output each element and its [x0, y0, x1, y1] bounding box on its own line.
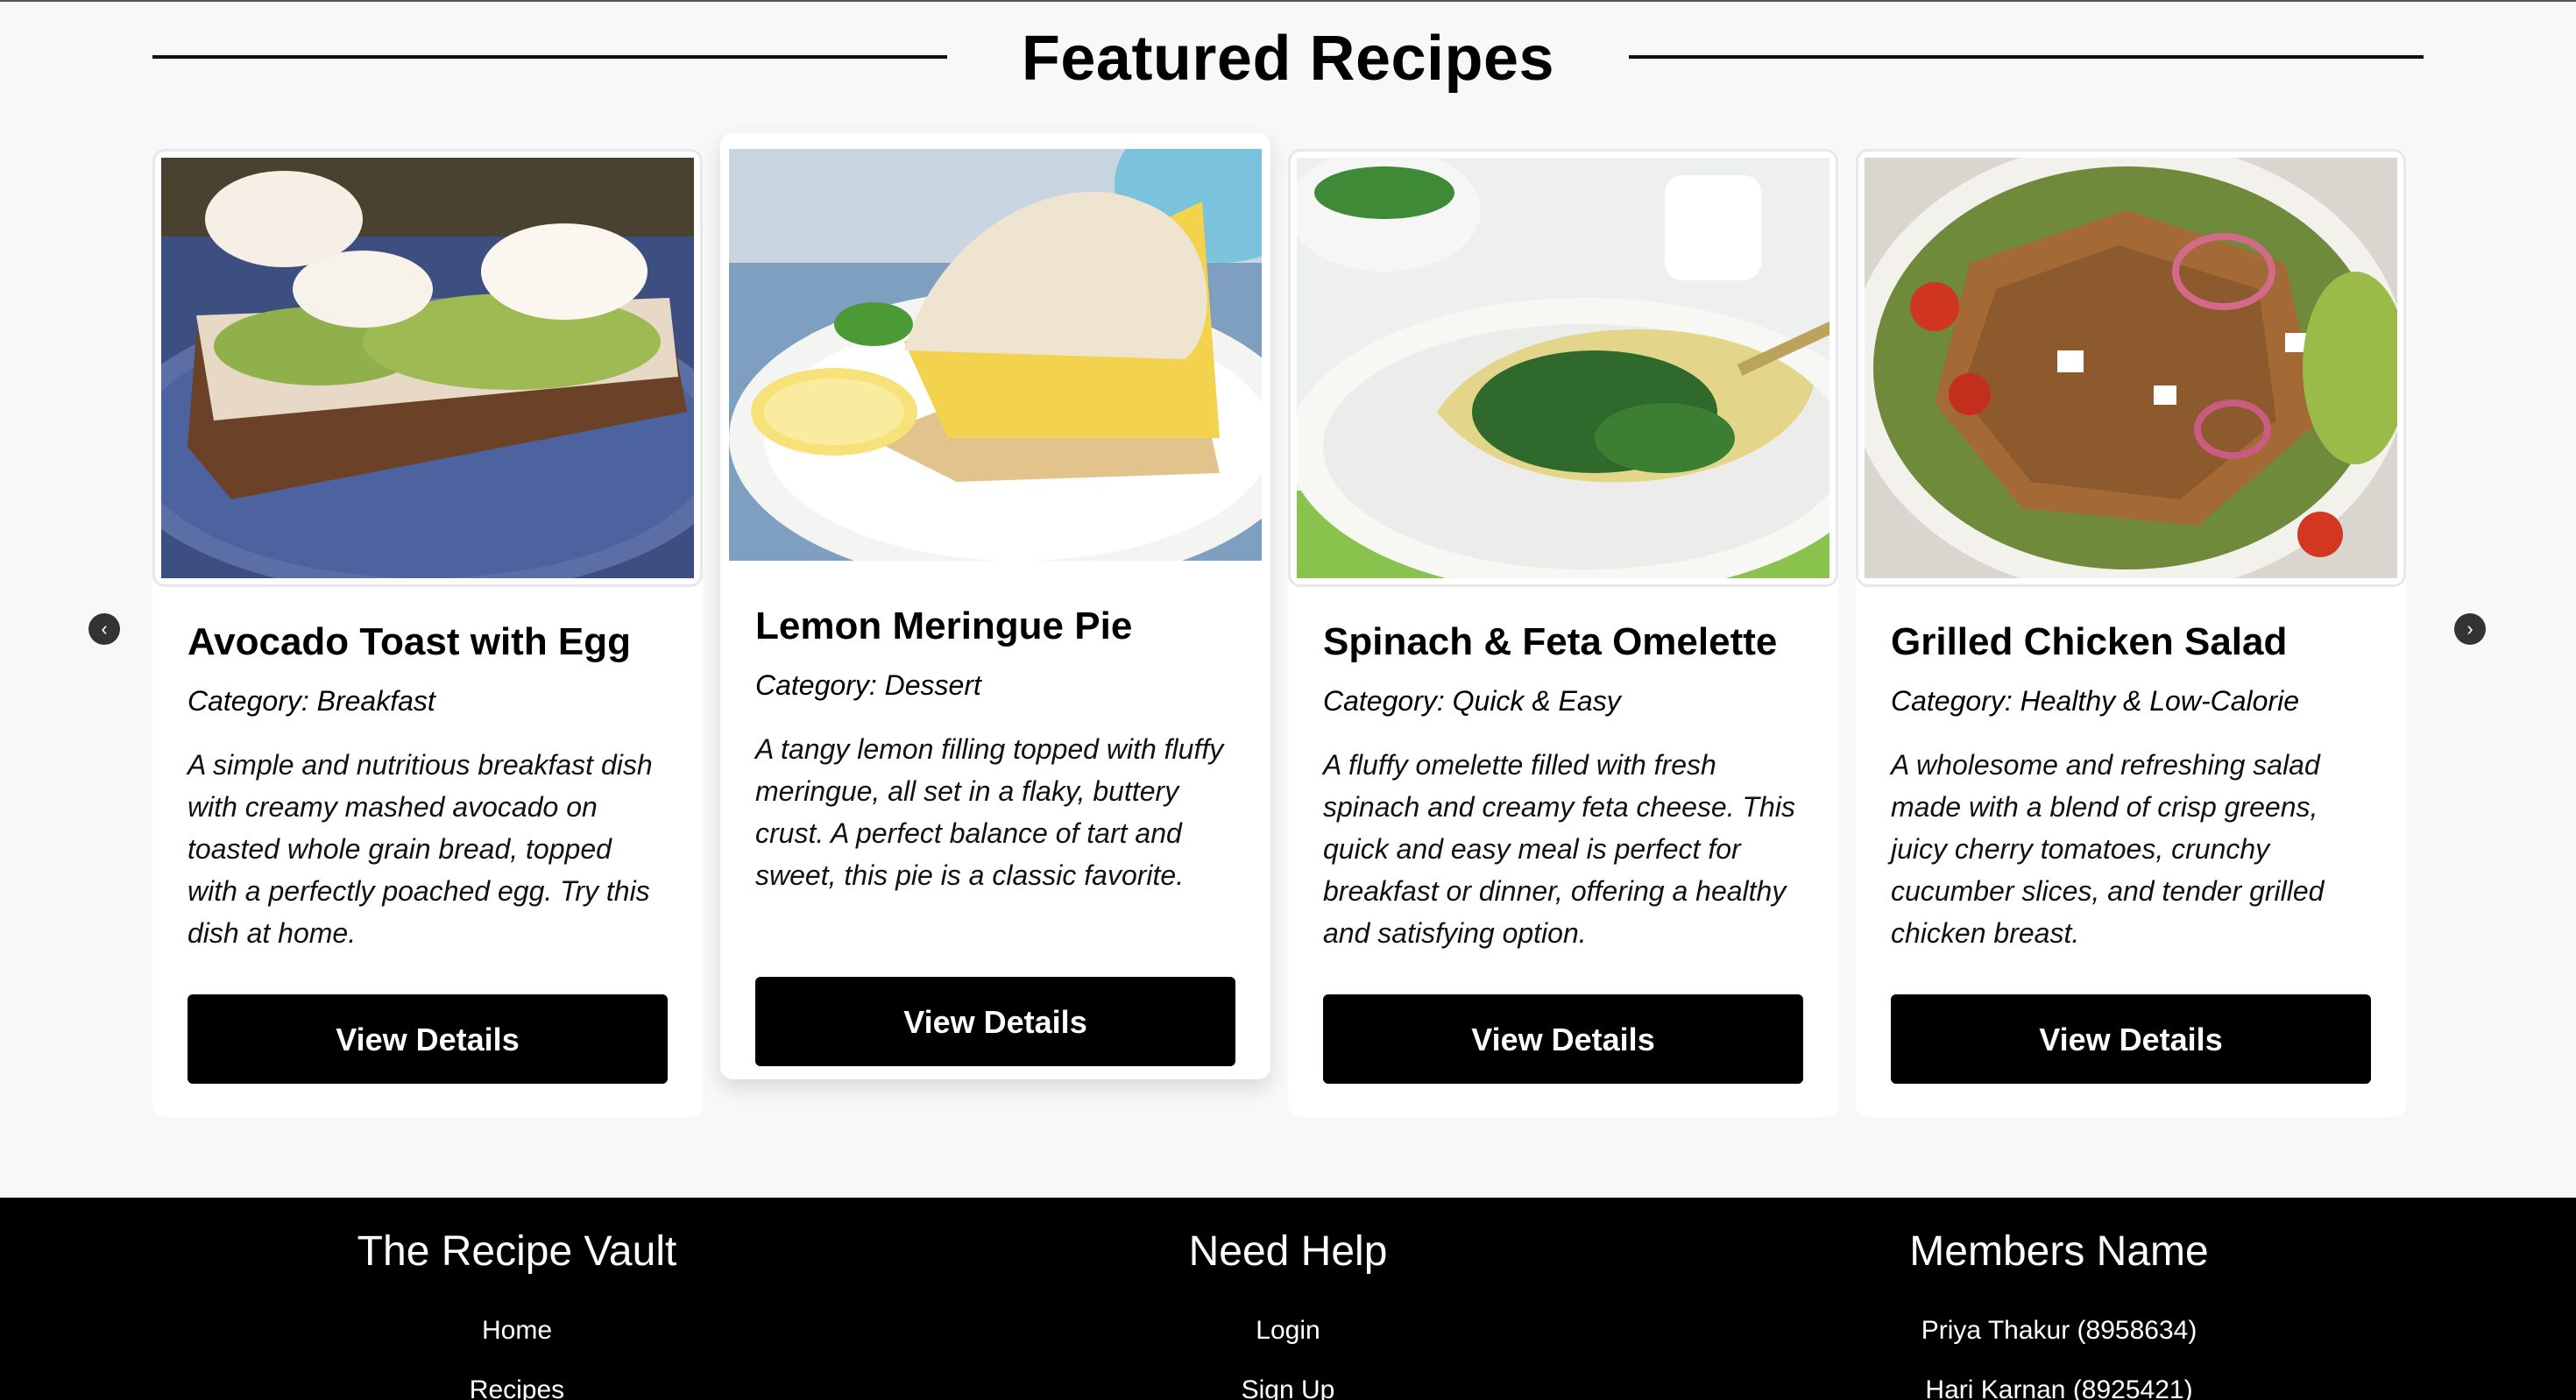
recipe-title: Lemon Meringue Pie — [755, 605, 1133, 647]
recipe-card: Spinach & Feta Omelette Category: Quick … — [1288, 149, 1838, 1117]
card-body: Spinach & Feta Omelette Category: Quick … — [1323, 618, 1803, 954]
page-title: Featured Recipes — [1021, 24, 1555, 94]
recipe-title: Spinach & Feta Omelette — [1323, 620, 1778, 663]
title-rule-right — [1629, 55, 2424, 59]
recipe-image-omelette — [1297, 158, 1829, 578]
section-header: Featured Recipes — [0, 19, 2576, 98]
recipe-image-lemon-pie — [729, 149, 1262, 561]
footer-members-column: Members Name Priya Thakur (8958634) Hari… — [1752, 1224, 2366, 1400]
chevron-left-icon: ‹ — [101, 618, 108, 640]
recipe-card: Avocado Toast with Egg Category: Breakfa… — [152, 149, 703, 1117]
recipe-category: Category: Healthy & Low-Calorie — [1891, 685, 2299, 717]
view-details-button[interactable]: View Details — [1891, 994, 2371, 1084]
footer-help-column: Need Help Login Sign Up — [981, 1224, 1595, 1400]
site-footer: The Recipe Vault Home Recipes Need Help … — [0, 1198, 2576, 1400]
recipe-card: Lemon Meringue Pie Category: Dessert A t… — [720, 133, 1270, 1079]
card-body: Avocado Toast with Egg Category: Breakfa… — [188, 618, 668, 954]
footer-brand-heading: The Recipe Vault — [357, 1228, 677, 1275]
footer-brand-links: Home Recipes — [210, 1301, 824, 1400]
recipe-category: Category: Breakfast — [188, 685, 435, 717]
recipe-image-chicken-salad — [1865, 158, 2397, 578]
footer-link-login[interactable]: Login — [1256, 1316, 1320, 1345]
recipe-carousel: ‹ Avocado Toast with Egg Category: Break… — [0, 133, 2576, 1117]
card-body: Lemon Meringue Pie Category: Dessert A t… — [755, 602, 1235, 896]
recipe-card: Grilled Chicken Salad Category: Healthy … — [1856, 149, 2406, 1117]
chevron-right-icon: › — [2466, 618, 2473, 640]
recipe-description: A fluffy omelette filled with fresh spin… — [1323, 749, 1795, 949]
recipe-image-frame — [720, 133, 1270, 571]
recipe-category: Category: Quick & Easy — [1323, 685, 1621, 717]
footer-help-links: Login Sign Up — [981, 1301, 1595, 1400]
carousel-prev-button[interactable]: ‹ — [88, 613, 120, 645]
title-rule-left — [152, 55, 947, 59]
recipe-image-frame — [152, 149, 703, 587]
recipe-description: A simple and nutritious breakfast dish w… — [188, 749, 653, 949]
recipe-image-avocado-toast — [161, 158, 694, 578]
card-body: Grilled Chicken Salad Category: Healthy … — [1891, 618, 2371, 954]
footer-members-list: Priya Thakur (8958634) Hari Karnan (8925… — [1752, 1301, 2366, 1400]
recipe-image-frame — [1288, 149, 1838, 587]
view-details-button[interactable]: View Details — [188, 994, 668, 1084]
footer-link-item: Home — [210, 1301, 824, 1361]
recipe-title: Grilled Chicken Salad — [1891, 620, 2288, 663]
recipe-category: Category: Dessert — [755, 669, 981, 701]
member-name: Priya Thakur (8958634) — [1921, 1316, 2197, 1345]
carousel-track: Avocado Toast with Egg Category: Breakfa… — [152, 133, 2424, 1117]
top-border — [0, 0, 2576, 2]
footer-link-recipes[interactable]: Recipes — [470, 1375, 564, 1400]
footer-link-signup[interactable]: Sign Up — [1242, 1375, 1335, 1400]
view-details-button[interactable]: View Details — [755, 977, 1235, 1066]
footer-link-home[interactable]: Home — [482, 1316, 552, 1345]
recipe-description: A wholesome and refreshing salad made wi… — [1891, 749, 2325, 949]
recipe-title: Avocado Toast with Egg — [188, 620, 632, 663]
recipe-image-frame — [1856, 149, 2406, 587]
view-details-button[interactable]: View Details — [1323, 994, 1803, 1084]
footer-help-heading: Need Help — [1188, 1228, 1388, 1275]
footer-link-item: Login — [981, 1301, 1595, 1361]
footer-link-item: Sign Up — [981, 1361, 1595, 1400]
footer-link-item: Recipes — [210, 1361, 824, 1400]
recipe-description: A tangy lemon filling topped with fluffy… — [755, 733, 1224, 891]
footer-brand-column: The Recipe Vault Home Recipes — [210, 1224, 824, 1400]
member-name: Hari Karnan (8925421) — [1925, 1375, 2193, 1400]
carousel-next-button[interactable]: › — [2454, 613, 2486, 645]
footer-members-heading: Members Name — [1909, 1228, 2209, 1275]
